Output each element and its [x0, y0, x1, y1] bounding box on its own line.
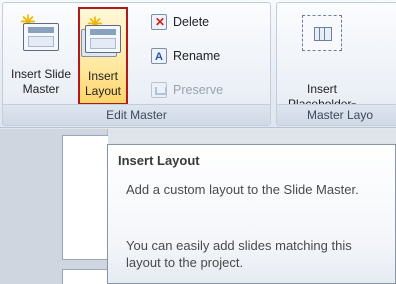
rename-label: Rename	[173, 49, 221, 63]
master-layout-group-label: Master Layo	[277, 104, 396, 125]
slide-master-icon	[23, 23, 59, 51]
slide-thumbnail[interactable]	[62, 269, 108, 284]
delete-icon	[151, 14, 167, 30]
edit-master-group-label: Edit Master	[3, 104, 270, 125]
delete-label: Delete	[173, 15, 210, 29]
tooltip-description: Add a custom layout to the Slide Master.	[126, 182, 359, 197]
delete-button[interactable]: Delete	[149, 11, 209, 33]
insert-placeholder-button[interactable]: Insert Placeholder▾	[281, 7, 363, 111]
tooltip-title: Insert Layout	[118, 153, 200, 168]
ribbon: ✳ Insert Slide Master ✳ Insert Layout De…	[0, 0, 396, 128]
preserve-icon	[151, 82, 167, 98]
insert-slide-master-label: Insert Slide Master	[10, 67, 72, 96]
insert-slide-master-button[interactable]: ✳ Insert Slide Master	[9, 7, 73, 105]
slide-thumbnail[interactable]	[62, 135, 108, 260]
slide-thumbnail-pane[interactable]	[0, 129, 108, 284]
tooltip-detail: You can easily add slides matching this …	[126, 238, 352, 270]
rename-icon	[151, 48, 167, 64]
rename-button[interactable]: Rename	[149, 45, 220, 67]
placeholder-icon	[302, 15, 342, 51]
insert-layout-button[interactable]: ✳ Insert Layout	[78, 7, 128, 105]
preserve-label: Preserve	[173, 83, 224, 97]
layout-icon	[85, 25, 121, 53]
insert-layout-label: Insert Layout	[84, 69, 122, 98]
master-layout-group: Insert Placeholder▾ Master Layo	[276, 2, 396, 126]
insert-layout-tooltip: Insert Layout Add a custom layout to the…	[107, 144, 396, 284]
preserve-button[interactable]: Preserve	[149, 79, 223, 101]
edit-master-group: ✳ Insert Slide Master ✳ Insert Layout De…	[2, 2, 271, 126]
